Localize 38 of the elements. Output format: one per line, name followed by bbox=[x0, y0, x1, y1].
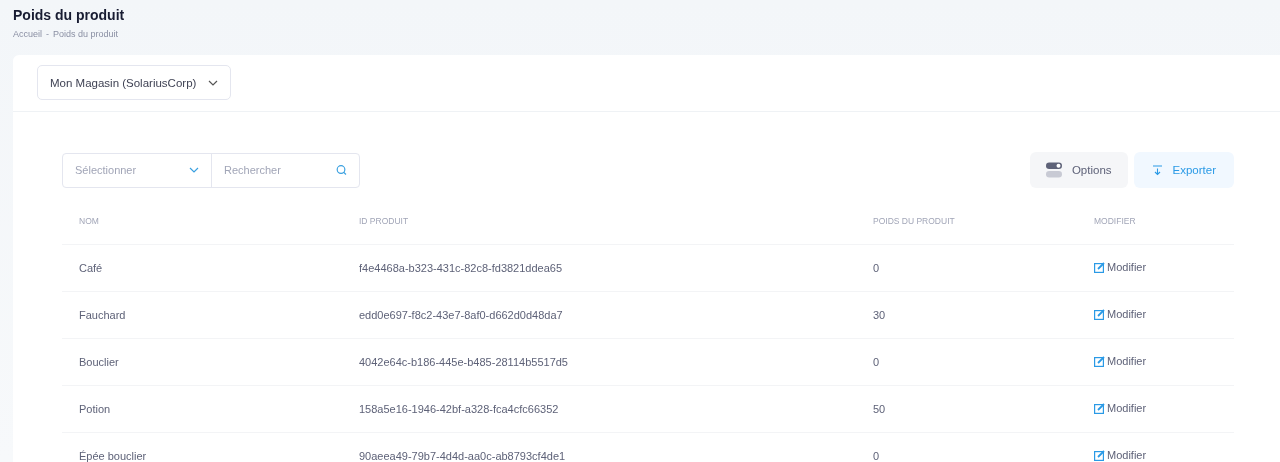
table-cell: Fauchard bbox=[79, 309, 126, 321]
download-icon bbox=[1151, 164, 1163, 176]
column-header: MODIFIER bbox=[1094, 216, 1136, 226]
table-cell: 30 bbox=[873, 309, 886, 321]
breadcrumb-separator: - bbox=[46, 29, 49, 39]
search-icon bbox=[336, 164, 347, 176]
table-cell: 4042e64c-b186-445e-b485-28114b5517d5 bbox=[359, 356, 568, 368]
options-button[interactable]: Options bbox=[1029, 152, 1128, 188]
table-cell: 0 bbox=[873, 262, 880, 274]
table-cell: Bouclier bbox=[79, 356, 119, 368]
column-header: POIDS DU PRODUIT bbox=[873, 216, 955, 226]
table-cell: f4e4468a-b323-431c-82c8-fd3821ddea65 bbox=[359, 262, 563, 274]
table-cell: Potion bbox=[79, 403, 111, 415]
toggle-icon bbox=[1045, 162, 1062, 178]
table-cell: 50 bbox=[873, 403, 886, 415]
edit-icon bbox=[1094, 449, 1105, 461]
table-cell: Café bbox=[79, 262, 103, 274]
column-header: NOM bbox=[79, 216, 99, 226]
table-cell: 158a5e16-1946-42bf-a328-fca4cfc66352 bbox=[359, 403, 559, 415]
edit-link[interactable]: Modifier bbox=[1094, 402, 1147, 415]
edit-link[interactable]: Modifier bbox=[1094, 308, 1147, 321]
table-cell: 0 bbox=[873, 356, 880, 368]
edit-icon bbox=[1094, 261, 1105, 273]
chevron-down-icon bbox=[208, 79, 219, 86]
table-cell: edd0e697-f8c2-43e7-8af0-d662d0d48da7 bbox=[359, 309, 563, 321]
table-cell: Épée bouclier bbox=[79, 450, 147, 462]
edit-icon bbox=[1094, 355, 1105, 367]
table-cell: 90aeea49-79b7-4d4d-aa0c-ab8793cf4de1 bbox=[359, 450, 566, 462]
edit-link[interactable]: Modifier bbox=[1094, 449, 1147, 462]
edit-icon bbox=[1094, 402, 1105, 414]
edit-icon bbox=[1094, 308, 1105, 320]
column-header: ID PRODUIT bbox=[359, 216, 409, 226]
page-title: Poids du produit bbox=[13, 7, 126, 23]
store-select[interactable]: Mon Magasin (SolariusCorp) bbox=[37, 65, 232, 100]
edit-link[interactable]: Modifier bbox=[1094, 261, 1147, 274]
edit-link[interactable]: Modifier bbox=[1094, 355, 1147, 368]
table-cell: 0 bbox=[873, 450, 880, 462]
chevron-down-icon bbox=[189, 167, 199, 173]
